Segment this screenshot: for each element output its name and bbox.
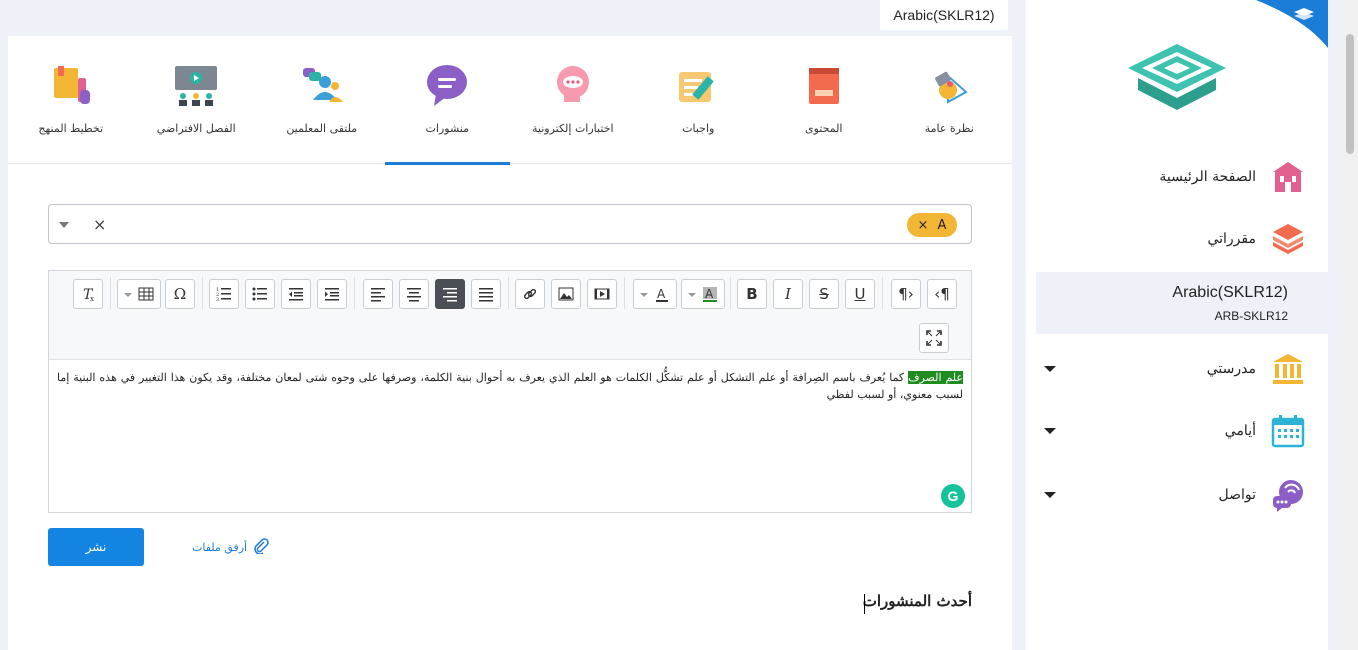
- book-icon: [801, 62, 847, 108]
- grammarly-icon[interactable]: G: [941, 484, 965, 508]
- ordered-list-icon[interactable]: 123: [209, 279, 239, 309]
- sidebar-item-label: الصفحة الرئيسية: [1159, 169, 1256, 185]
- course-code: ARB-SKLR12: [1214, 309, 1288, 323]
- font-color-icon[interactable]: A: [633, 279, 677, 309]
- indent-icon[interactable]: [317, 279, 347, 309]
- svg-text:3: 3: [216, 297, 219, 302]
- latest-posts-heading: أحدث المنشورات: [862, 592, 972, 610]
- attach-files-link[interactable]: أرفق ملفات: [192, 538, 269, 557]
- background-color-icon[interactable]: A: [681, 279, 725, 309]
- bullet-list-icon[interactable]: [245, 279, 275, 309]
- tab-label: منشورات: [425, 122, 469, 135]
- chip-label: A: [937, 217, 947, 233]
- sidebar-item-home[interactable]: الصفحة الرئيسية: [1036, 146, 1328, 208]
- attach-label: أرفق ملفات: [192, 541, 248, 554]
- tab-label: المحتوى: [805, 122, 843, 135]
- chip-remove-button[interactable]: ×: [918, 218, 929, 233]
- curriculum-icon: [48, 62, 94, 108]
- chevron-down-icon[interactable]: [1044, 492, 1056, 498]
- publish-button[interactable]: نشر: [48, 528, 144, 566]
- chat-bubble-icon: [424, 62, 470, 108]
- outdent-icon[interactable]: [281, 279, 311, 309]
- tab-teachers-forum[interactable]: ملتقى المعلمين: [259, 36, 385, 164]
- sidebar-item-label: مقرراتي: [1207, 231, 1256, 247]
- align-left-icon[interactable]: [363, 279, 393, 309]
- highlighted-text: علم الصرف: [908, 371, 963, 384]
- tab-virtual-class[interactable]: الفصل الافتراضي: [134, 36, 260, 164]
- sidebar-item-label: تواصل: [1218, 487, 1256, 503]
- sidebar-item-my-school[interactable]: مدرستي: [1036, 338, 1328, 400]
- special-char-icon[interactable]: Ω: [165, 279, 195, 309]
- align-center-icon[interactable]: [399, 279, 429, 309]
- tab-overview[interactable]: نظرة عامة: [887, 36, 1013, 164]
- tag-chip: × A: [907, 213, 957, 237]
- bold-icon[interactable]: B: [737, 279, 767, 309]
- main-card: نظرة عامة المحتوى واجبات اختبارات إلكترو…: [8, 36, 1012, 650]
- sidebar-item-current-course[interactable]: Arabic(SKLR12) ARB-SKLR12: [1036, 272, 1328, 334]
- assignment-icon: [675, 62, 721, 108]
- sidebar-item-my-days[interactable]: أيامي: [1036, 400, 1328, 462]
- post-editor: Tx Ω 123 A A B I S U ¶› ‹¶ علم الصرف كما…: [48, 270, 972, 513]
- sidebar-item-my-courses[interactable]: مقرراتي: [1036, 208, 1328, 270]
- svg-text:x: x: [90, 295, 94, 302]
- scrollbar-thumb[interactable]: [1346, 34, 1354, 154]
- editor-toolbar: Tx Ω 123 A A B I S U ¶› ‹¶: [49, 271, 971, 360]
- paperclip-icon: [253, 538, 269, 557]
- home-icon: [1270, 159, 1306, 195]
- calendar-icon: [1270, 413, 1306, 449]
- communication-icon: [1270, 477, 1306, 513]
- tab-label: تخطيط المنهج: [38, 122, 104, 135]
- tab-content[interactable]: المحتوى: [761, 36, 887, 164]
- tab-label: واجبات: [682, 122, 715, 135]
- svg-text:A: A: [657, 287, 666, 301]
- sidebar: الصفحة الرئيسية مقرراتي Arabic(SKLR12) A…: [1026, 0, 1328, 650]
- tab-assignments[interactable]: واجبات: [636, 36, 762, 164]
- chevron-down-icon[interactable]: [1044, 428, 1056, 434]
- sidebar-item-label: مدرستي: [1206, 361, 1256, 377]
- scrollbar[interactable]: [1342, 0, 1358, 650]
- text-cursor: [864, 594, 865, 614]
- corner-ribbon-icon: [1256, 0, 1328, 48]
- link-icon[interactable]: [515, 279, 545, 309]
- virtual-class-icon: [173, 62, 219, 108]
- clear-selection-button[interactable]: ×: [93, 215, 106, 234]
- logo-icon: [1128, 44, 1226, 110]
- tab-label: ملتقى المعلمين: [286, 122, 358, 135]
- clear-format-icon[interactable]: Tx: [73, 279, 103, 309]
- stack-icon: [1270, 221, 1306, 257]
- tab-label: نظرة عامة: [924, 122, 974, 135]
- course-tag-select[interactable]: × A ×: [48, 204, 972, 244]
- overview-icon: [926, 62, 972, 108]
- table-icon[interactable]: [117, 279, 161, 309]
- editor-content[interactable]: علم الصرف كما يُعرف باسم الصِرافة أو علم…: [57, 369, 963, 403]
- sidebar-item-communication[interactable]: تواصل: [1036, 464, 1328, 526]
- sidebar-item-label: أيامي: [1224, 423, 1256, 439]
- dropdown-arrow-icon[interactable]: [59, 222, 69, 228]
- underline-icon[interactable]: U: [845, 279, 875, 309]
- teachers-icon: [299, 62, 345, 108]
- strikethrough-icon[interactable]: S: [809, 279, 839, 309]
- course-title: Arabic(SKLR12): [1172, 284, 1288, 301]
- italic-icon[interactable]: I: [773, 279, 803, 309]
- align-justify-icon[interactable]: [471, 279, 501, 309]
- svg-text:A: A: [705, 287, 714, 301]
- tab-label: اختبارات إلكترونية: [531, 122, 614, 135]
- course-badge: Arabic(SKLR12): [880, 0, 1008, 30]
- quiz-icon: [550, 62, 596, 108]
- tab-label: الفصل الافتراضي: [156, 122, 236, 135]
- image-icon[interactable]: [551, 279, 581, 309]
- tab-posts[interactable]: منشورات: [384, 36, 511, 165]
- editor-body-text: كما يُعرف باسم الصِرافة أو علم التشكل أو…: [57, 371, 963, 401]
- tab-quizzes[interactable]: اختبارات إلكترونية: [510, 36, 636, 164]
- align-right-icon[interactable]: [435, 279, 465, 309]
- chevron-down-icon[interactable]: [1044, 366, 1056, 372]
- tab-curriculum-planning[interactable]: تخطيط المنهج: [8, 36, 134, 164]
- tab-bar: نظرة عامة المحتوى واجبات اختبارات إلكترو…: [8, 36, 1013, 165]
- rtl-direction-icon[interactable]: ‹¶: [927, 279, 957, 309]
- ltr-direction-icon[interactable]: ¶›: [891, 279, 921, 309]
- video-icon[interactable]: [587, 279, 617, 309]
- fullscreen-icon[interactable]: [919, 323, 949, 353]
- school-icon: [1270, 351, 1306, 387]
